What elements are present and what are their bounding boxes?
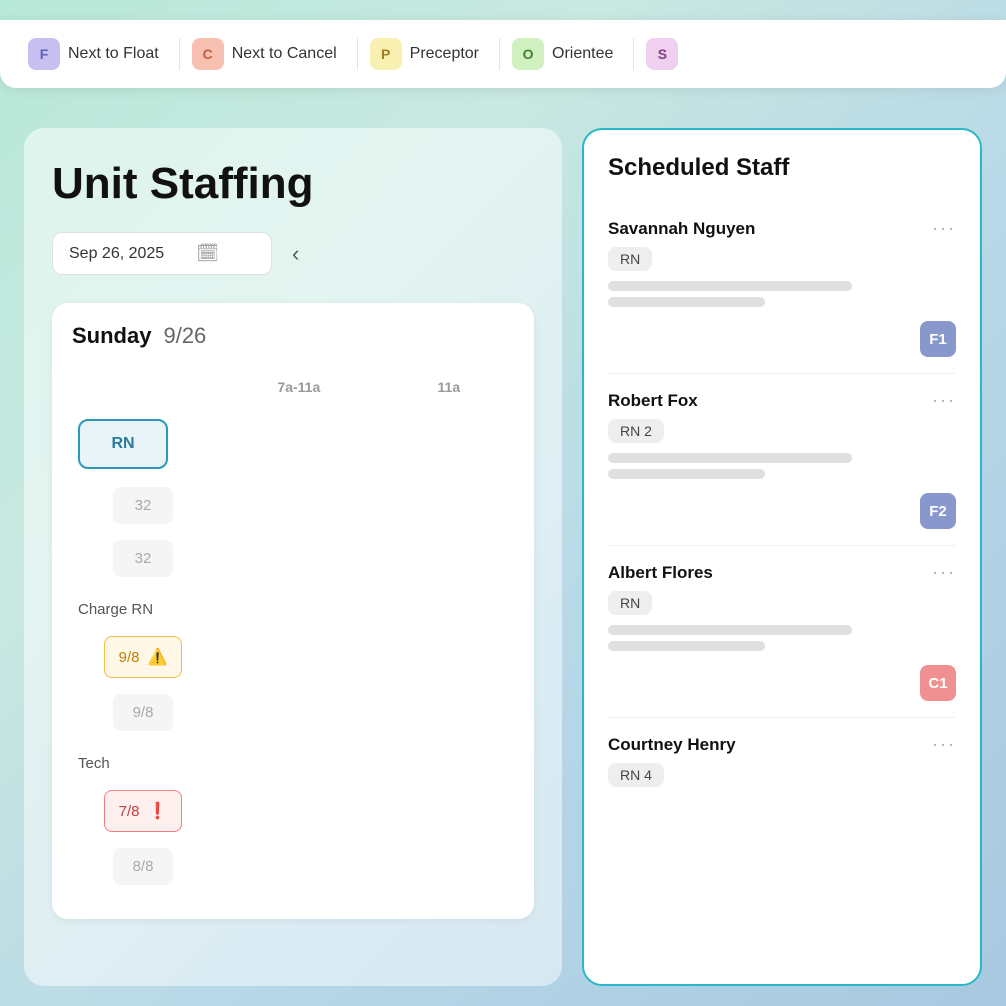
staff-info-3: C1 [608,625,956,701]
table-row: RN 32 32 [78,409,508,585]
legend-item-orientee: O Orientee [508,34,625,74]
orientee-label: Orientee [552,45,613,63]
tech-count2-cell: 8/8 [78,840,208,893]
rn-count1: 32 [113,487,173,524]
col-time2-header: 11a [390,371,508,403]
info-line-long-3 [608,625,852,635]
staff-role-4: RN 4 [608,763,664,787]
date-input[interactable]: Sep 26, 2025 🗓 [52,232,272,275]
info-line-short-2 [608,469,765,479]
tech-count2: 8/8 [113,848,173,885]
cancel-badge-icon: C [192,38,224,70]
main-content: Unit Staffing Sep 26, 2025 🗓 ‹ Sunday 9/… [0,108,1006,1006]
staff-role-2: RN 2 [608,419,664,443]
date-value: Sep 26, 2025 [69,245,164,263]
more-menu-icon-2[interactable]: ··· [932,390,956,411]
page-title: Unit Staffing [52,160,534,208]
staff-role-1: RN [608,247,652,271]
charge-rn-label: Charge RN [78,591,208,628]
charge-rn-count1: 9/8 ⚠️ [104,636,183,678]
prev-arrow-button[interactable]: ‹ [284,237,307,271]
more-menu-icon-4[interactable]: ··· [932,734,956,755]
staff-info-2: F2 [608,453,956,529]
schedule-table: 7a-11a 11a RN 32 [72,365,514,899]
cancel-label: Next to Cancel [232,45,337,63]
day-card: Sunday 9/26 7a-11a 11a [52,303,534,919]
legend-item-float: F Next to Float [24,34,171,74]
rn-count2-cell: 32 [78,532,208,585]
calendar-icon: 🗓 [196,243,219,264]
warning-icon: ⚠️ [147,647,167,667]
legend-item-cancel: C Next to Cancel [188,34,349,74]
legend-item-preceptor: P Preceptor [366,34,491,74]
staff-header-2: Robert Fox ··· [608,390,956,411]
float-label: Next to Float [68,45,159,63]
list-item: Courtney Henry ··· RN 4 [608,718,956,813]
float-badge-f2[interactable]: F2 [920,493,956,529]
rn-label-cell: RN [78,409,208,479]
tech-count1-cell: 7/8 ❗ [78,782,208,840]
col-time1-header: 7a-11a [214,371,384,403]
staff-header-3: Albert Flores ··· [608,562,956,583]
list-item: Albert Flores ··· RN C1 [608,546,956,718]
staff-name-3: Albert Flores [608,563,713,583]
table-row: Tech 7/8 ❗ 8/8 [78,745,508,893]
more-menu-icon-3[interactable]: ··· [932,562,956,583]
legend-bar: F Next to Float C Next to Cancel P Prece… [0,20,1006,88]
float-badge-icon: F [28,38,60,70]
list-item: Robert Fox ··· RN 2 F2 [608,374,956,546]
info-line-long-2 [608,453,852,463]
info-line-long-1 [608,281,852,291]
chevron-left-icon: ‹ [292,241,299,266]
staff-name-4: Courtney Henry [608,735,736,755]
rn-role-badge[interactable]: RN [78,419,168,469]
preceptor-badge-icon: P [370,38,402,70]
orientee-badge-icon: O [512,38,544,70]
scheduled-staff-title: Scheduled Staff [608,154,956,182]
left-panel: Unit Staffing Sep 26, 2025 🗓 ‹ Sunday 9/… [24,128,562,986]
list-item: Savannah Nguyen ··· RN F1 [608,202,956,374]
float-badge-f1[interactable]: F1 [920,321,956,357]
rn-count1-cell: 32 [78,479,208,532]
charge-rn-count1-cell: 9/8 ⚠️ [78,628,208,686]
right-panel: Scheduled Staff Savannah Nguyen ··· RN F… [582,128,982,986]
schedule-header-row: 7a-11a 11a [78,371,508,403]
info-line-short-3 [608,641,765,651]
date-row: Sep 26, 2025 🗓 ‹ [52,232,534,275]
day-date: 9/26 [163,323,206,349]
rn-count2: 32 [113,540,173,577]
error-icon: ❗ [147,801,167,821]
float-badge-c1[interactable]: C1 [920,665,956,701]
tech-label: Tech [78,745,208,782]
tech-count1: 7/8 ❗ [104,790,183,832]
staff-name-2: Robert Fox [608,391,698,411]
staff-role-3: RN [608,591,652,615]
separator-1 [179,38,180,70]
charge-rn-count2: 9/8 [113,694,173,731]
charge-rn-count2-cell: 9/8 [78,686,208,739]
more-menu-icon-1[interactable]: ··· [932,218,956,239]
day-name: Sunday [72,323,151,349]
col-label-header [78,371,208,403]
separator-3 [499,38,500,70]
day-header: Sunday 9/26 [72,323,514,349]
info-line-short-1 [608,297,765,307]
s-badge-icon: S [646,38,678,70]
staff-name-1: Savannah Nguyen [608,219,755,239]
preceptor-label: Preceptor [410,45,479,63]
legend-item-s: S [642,34,690,74]
table-row: Charge RN 9/8 ⚠️ 9/8 [78,591,508,739]
staff-header-4: Courtney Henry ··· [608,734,956,755]
app-container: F Next to Float C Next to Cancel P Prece… [0,0,1006,1006]
separator-2 [357,38,358,70]
staff-header-1: Savannah Nguyen ··· [608,218,956,239]
separator-4 [633,38,634,70]
staff-info-1: F1 [608,281,956,357]
